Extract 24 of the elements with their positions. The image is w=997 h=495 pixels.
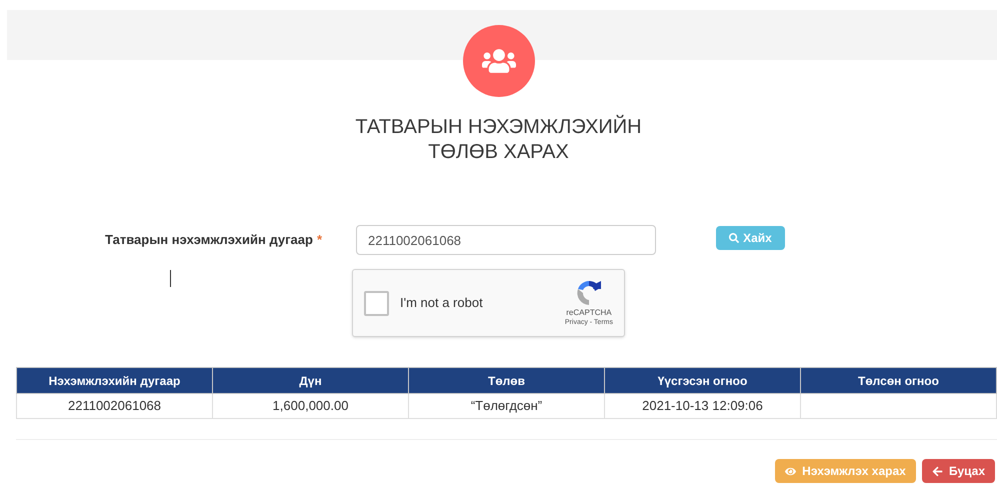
arrow-left-icon <box>932 466 943 476</box>
table-cell: 2211002061068 <box>16 394 212 418</box>
invoice-number-field[interactable]: 2211002061068 <box>356 225 656 255</box>
captcha-label: I'm not a robot <box>400 294 484 312</box>
captcha-checkbox[interactable] <box>364 290 389 316</box>
column-header: Төлсөн огноо <box>800 368 996 394</box>
column-header: Дүн <box>212 368 408 394</box>
column-header: Нэхэмжлэхийн дугаар <box>16 368 212 394</box>
search-icon <box>729 233 740 243</box>
column-header: Үүсгэсэн огноо <box>604 368 800 394</box>
back-button[interactable]: Буцах <box>922 459 995 483</box>
captcha-brand: reCAPTCHA <box>566 308 612 318</box>
eye-icon <box>785 466 796 476</box>
page-title: ТАТВАРЫН НЭХЭМЖЛЭХИЙН <box>355 115 642 140</box>
table-cell: 1,600,000.00 <box>212 394 408 418</box>
users-icon <box>482 47 516 75</box>
field-label: Татварын нэхэмжлэхийн дугаар <box>105 231 313 250</box>
text-cursor-icon <box>170 270 171 287</box>
required-mark: * <box>316 231 322 250</box>
search-button[interactable]: Хайх <box>716 226 785 250</box>
page-title: ТӨЛӨВ ХАРАХ <box>428 140 569 165</box>
table-cell: 2021-10-13 12:09:06 <box>604 394 800 418</box>
table-cell: “Төлөгдсөн” <box>408 394 604 418</box>
column-header: Төлөв <box>408 368 604 394</box>
